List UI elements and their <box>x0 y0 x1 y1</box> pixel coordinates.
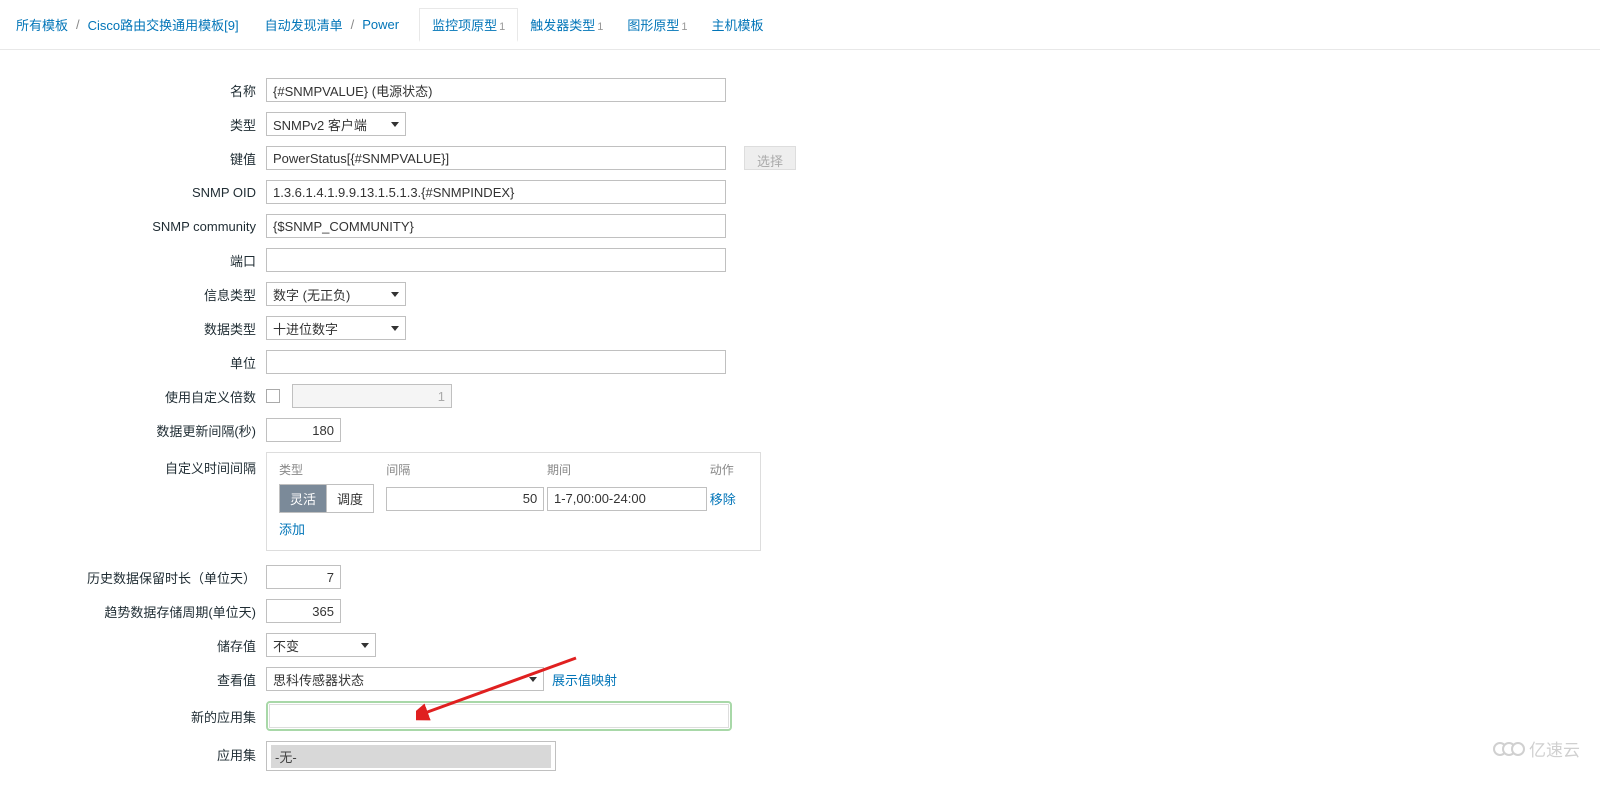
label-units: 单位 <box>16 353 266 372</box>
toggle-flexible[interactable]: 灵活 <box>280 485 326 512</box>
show-value-select[interactable]: 思科传感器状态 <box>266 667 544 691</box>
key-input[interactable] <box>266 146 726 170</box>
interval-remove-link[interactable]: 移除 <box>710 492 736 507</box>
tab-host-prototypes[interactable]: 主机模板 <box>700 9 776 40</box>
chevron-down-icon <box>391 326 399 331</box>
label-applications: 应用集 <box>16 741 266 764</box>
watermark-text: 亿速云 <box>1529 736 1580 761</box>
chevron-down-icon <box>361 643 369 648</box>
multiplier-value-input <box>292 384 452 408</box>
interval-period-input[interactable] <box>547 487 707 511</box>
tab-graph-prototypes[interactable]: 图形原型1 <box>615 9 699 40</box>
new-application-highlight <box>266 701 732 731</box>
toggle-scheduled[interactable]: 调度 <box>326 485 373 512</box>
update-interval-input[interactable] <box>266 418 341 442</box>
intervals-header-type: 类型 <box>279 461 386 478</box>
breadcrumb-all-templates[interactable]: 所有模板 <box>16 15 68 34</box>
applications-listbox[interactable]: -无- <box>266 741 556 771</box>
label-snmp-oid: SNMP OID <box>16 185 266 200</box>
select-key-button: 选择 <box>744 146 796 170</box>
chevron-down-icon <box>529 677 537 682</box>
watermark-logo-icon <box>1493 742 1525 756</box>
info-type-select[interactable]: 数字 (无正负) <box>266 282 406 306</box>
label-show-value: 查看值 <box>16 670 266 689</box>
label-info-type: 信息类型 <box>16 285 266 304</box>
label-history: 历史数据保留时长（单位天） <box>16 568 266 587</box>
tabs: 监控项原型1 触发器类型1 图形原型1 主机模板 <box>419 8 775 41</box>
label-type: 类型 <box>16 115 266 134</box>
applications-item-none[interactable]: -无- <box>271 745 551 768</box>
chevron-down-icon <box>391 122 399 127</box>
trends-input[interactable] <box>266 599 341 623</box>
interval-add-link[interactable]: 添加 <box>279 519 305 538</box>
breadcrumb-sep: / <box>76 17 80 32</box>
snmp-oid-input[interactable] <box>266 180 726 204</box>
show-value-map-link[interactable]: 展示值映射 <box>552 670 617 689</box>
type-select[interactable]: SNMPv2 客户端 <box>266 112 406 136</box>
item-prototype-form: 名称 类型 SNMPv2 客户端 键值 选择 SNMP OID SNMP com… <box>16 70 1584 789</box>
data-type-select[interactable]: 十进位数字 <box>266 316 406 340</box>
label-custom-multiplier: 使用自定义倍数 <box>16 387 266 406</box>
new-application-input[interactable] <box>269 704 729 728</box>
intervals-header-period: 期间 <box>547 461 710 478</box>
label-data-type: 数据类型 <box>16 319 266 338</box>
tab-trigger-prototypes[interactable]: 触发器类型1 <box>518 9 615 40</box>
snmp-community-input[interactable] <box>266 214 726 238</box>
history-input[interactable] <box>266 565 341 589</box>
intervals-header-action: 动作 <box>710 461 748 478</box>
interval-value-input[interactable] <box>386 487 544 511</box>
label-snmp-community: SNMP community <box>16 219 266 234</box>
label-key: 键值 <box>16 149 266 168</box>
label-name: 名称 <box>16 81 266 100</box>
breadcrumb-discovery-rule[interactable]: Power <box>362 17 399 32</box>
breadcrumb: 所有模板 / Cisco路由交换通用模板[9] 自动发现清单 / Power 监… <box>0 0 1600 50</box>
custom-multiplier-checkbox[interactable] <box>266 389 280 403</box>
name-input[interactable] <box>266 78 726 102</box>
custom-intervals-table: 类型 间隔 期间 动作 灵活 调度 <box>266 452 761 551</box>
label-trends: 趋势数据存储周期(单位天) <box>16 602 266 621</box>
intervals-header-interval: 间隔 <box>386 461 547 478</box>
watermark: 亿速云 <box>1493 736 1580 761</box>
label-custom-intervals: 自定义时间间隔 <box>16 452 266 477</box>
label-update-interval: 数据更新间隔(秒) <box>16 421 266 440</box>
breadcrumb-sep2: / <box>351 17 355 32</box>
interval-type-toggle[interactable]: 灵活 调度 <box>279 484 374 513</box>
units-input[interactable] <box>266 350 726 374</box>
port-input[interactable] <box>266 248 726 272</box>
chevron-down-icon <box>391 292 399 297</box>
store-value-select[interactable]: 不变 <box>266 633 376 657</box>
breadcrumb-discovery-list[interactable]: 自动发现清单 <box>265 15 343 34</box>
breadcrumb-template[interactable]: Cisco路由交换通用模板[9] <box>88 15 239 34</box>
label-new-application: 新的应用集 <box>16 707 266 726</box>
label-port: 端口 <box>16 251 266 270</box>
tab-item-prototypes[interactable]: 监控项原型1 <box>419 8 518 42</box>
label-store-value: 储存值 <box>16 636 266 655</box>
